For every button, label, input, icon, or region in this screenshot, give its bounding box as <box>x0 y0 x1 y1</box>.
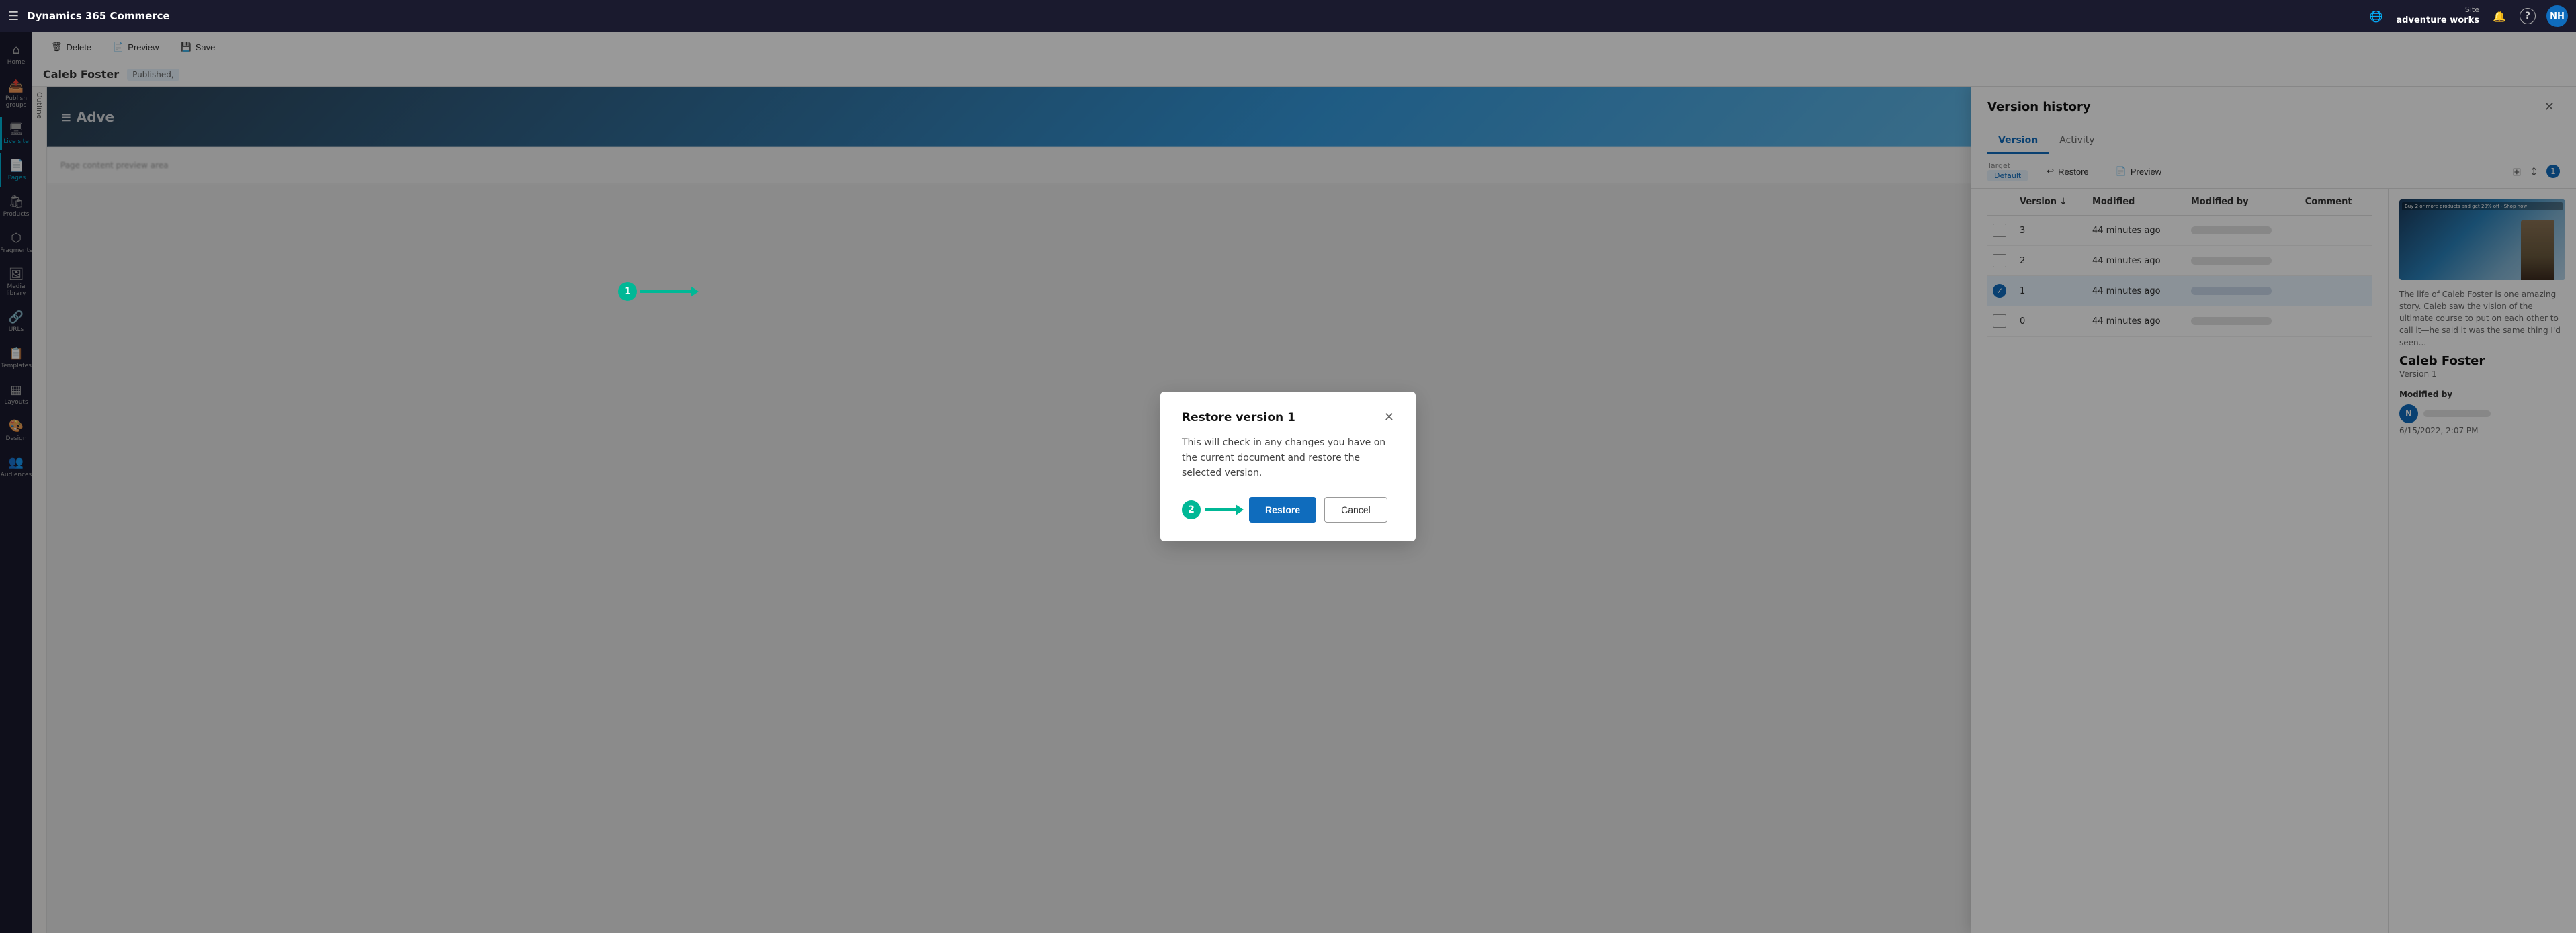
modal-title: Restore version 1 <box>1182 411 1295 425</box>
modal-backdrop: 1 Restore version 1 ✕ This will check in… <box>0 0 2576 933</box>
annotation-2-container: 2 <box>1182 497 1238 523</box>
help-icon[interactable]: ? <box>2520 8 2536 24</box>
user-avatar[interactable]: NH <box>2546 5 2568 27</box>
annotation-badge-1: 1 <box>618 282 637 301</box>
modal-footer: 2 Restore Cancel <box>1182 497 1394 523</box>
site-info: Site adventure works <box>2396 5 2479 26</box>
cancel-button[interactable]: Cancel <box>1324 497 1387 523</box>
app-title: Dynamics 365 Commerce <box>27 10 2358 22</box>
topbar: ☰ Dynamics 365 Commerce 🌐 Site adventure… <box>0 0 2576 32</box>
arrow-body-1 <box>640 290 693 293</box>
modal-close-button[interactable]: ✕ <box>1384 410 1394 425</box>
modal-body: This will check in any changes you have … <box>1182 435 1394 480</box>
arrow-head-1 <box>691 286 699 297</box>
bell-icon[interactable]: 🔔 <box>2490 7 2509 26</box>
topbar-right: 🌐 Site adventure works 🔔 ? NH <box>2366 5 2568 27</box>
site-label: Site <box>2465 5 2479 15</box>
restore-version-modal: Restore version 1 ✕ This will check in a… <box>1160 392 1416 541</box>
annotation-badge-2: 2 <box>1182 500 1201 519</box>
site-name: adventure works <box>2396 15 2479 27</box>
restore-confirm-button[interactable]: Restore <box>1249 497 1316 523</box>
globe-icon[interactable]: 🌐 <box>2366 7 2385 26</box>
hamburger-icon[interactable]: ☰ <box>8 9 19 24</box>
annotation-arrow-1: 1 <box>618 282 693 301</box>
arrow-head-2 <box>1236 504 1244 515</box>
arrow-body-2 <box>1205 508 1238 511</box>
modal-header: Restore version 1 ✕ <box>1182 410 1394 425</box>
